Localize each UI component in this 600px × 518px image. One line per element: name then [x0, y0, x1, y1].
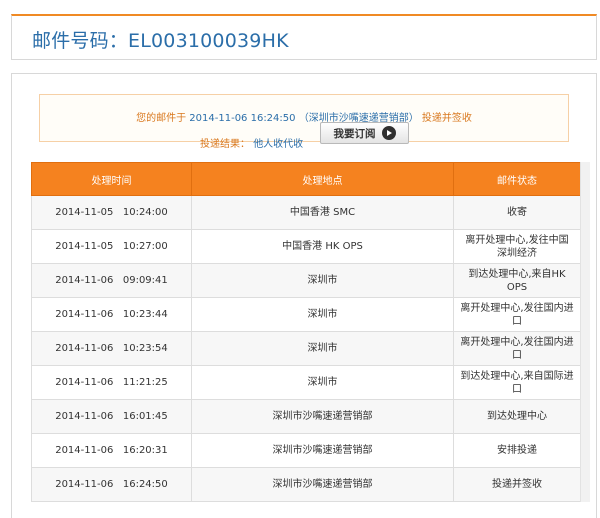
cell-status: 收寄	[453, 195, 581, 230]
cell-status: 离开处理中心,发往国内进口	[453, 331, 581, 366]
cell-place: 深圳市沙嘴速递营销部	[191, 399, 454, 434]
cell-place: 中国香港 SMC	[191, 195, 454, 230]
cell-time: 2014-11-06 16:20:31	[31, 433, 192, 468]
cell-time: 2014-11-06 09:09:41	[31, 263, 192, 298]
cell-status: 到达处理中心	[453, 399, 581, 434]
table-row: 2014-11-06 09:09:41 深圳市 到达处理中心,来自HK OPS	[31, 263, 581, 298]
cell-time: 2014-11-06 10:23:54	[31, 331, 192, 366]
cell-time: 2014-11-05 10:27:00	[31, 229, 192, 264]
cell-status: 到达处理中心,来自HK OPS	[453, 263, 581, 298]
cell-time: 2014-11-06 11:21:25	[31, 365, 192, 400]
cell-status: 安排投递	[453, 433, 581, 468]
cell-status: 离开处理中心,发往中国 深圳经济	[453, 229, 581, 264]
cell-place: 深圳市	[191, 263, 454, 298]
tracking-page: 邮件号码：EL003100039HK 您的邮件于 2014-11-06 16:2…	[0, 0, 600, 518]
notice-summary: 您的邮件于 2014-11-06 16:24:50 （深圳市沙嘴速递营销部） 投…	[40, 109, 568, 124]
delivery-notice: 您的邮件于 2014-11-06 16:24:50 （深圳市沙嘴速递营销部） 投…	[39, 94, 569, 150]
cell-time: 2014-11-06 10:23:44	[31, 297, 192, 332]
cell-place: 深圳市	[191, 331, 454, 366]
header-place: 处理地点	[191, 162, 454, 196]
vertical-scrollbar[interactable]	[580, 162, 590, 502]
cell-place: 深圳市	[191, 365, 454, 400]
table-row: 2014-11-05 10:24:00 中国香港 SMC 收寄	[31, 195, 581, 230]
cell-status: 到达处理中心,来自国际进口	[453, 365, 581, 400]
header-status: 邮件状态	[453, 162, 581, 196]
header-panel: 邮件号码：EL003100039HK	[11, 14, 597, 60]
tracking-panel: 您的邮件于 2014-11-06 16:24:50 （深圳市沙嘴速递营销部） 投…	[11, 73, 597, 518]
notice-prefix: 您的邮件于	[136, 113, 187, 124]
cell-status: 投递并签收	[453, 467, 581, 502]
table-header-row: 处理时间 处理地点 邮件状态	[31, 162, 581, 196]
notice-action: 投递并签收	[421, 113, 472, 124]
table-row: 2014-11-06 16:24:50 深圳市沙嘴速递营销部 投递并签收	[31, 467, 581, 502]
result-value: 他人收代收	[253, 139, 304, 150]
header-time: 处理时间	[31, 162, 192, 196]
subscribe-label: 我要订阅	[333, 127, 376, 140]
table-row: 2014-11-06 16:01:45 深圳市沙嘴速递营销部 到达处理中心	[31, 399, 581, 434]
table-row: 2014-11-06 10:23:44 深圳市 离开处理中心,发往国内进口	[31, 297, 581, 332]
subscribe-button[interactable]: 我要订阅	[320, 122, 409, 144]
cell-place: 深圳市沙嘴速递营销部	[191, 433, 454, 468]
cell-time: 2014-11-06 16:01:45	[31, 399, 192, 434]
notice-datetime: 2014-11-06 16:24:50	[189, 113, 296, 124]
delivery-result: 投递结果： 他人收代收	[200, 135, 303, 150]
table-row: 2014-11-05 10:27:00 中国香港 HK OPS 离开处理中心,发…	[31, 229, 581, 264]
cell-time: 2014-11-06 16:24:50	[31, 467, 192, 502]
cell-status: 离开处理中心,发往国内进口	[453, 297, 581, 332]
cell-place: 深圳市沙嘴速递营销部	[191, 467, 454, 502]
table-row: 2014-11-06 16:20:31 深圳市沙嘴速递营销部 安排投递	[31, 433, 581, 468]
cell-time: 2014-11-05 10:24:00	[31, 195, 192, 230]
cell-place: 中国香港 HK OPS	[191, 229, 454, 264]
page-title: 邮件号码：EL003100039HK	[32, 30, 289, 52]
table-row: 2014-11-06 11:21:25 深圳市 到达处理中心,来自国际进口	[31, 365, 581, 400]
cell-place: 深圳市	[191, 297, 454, 332]
result-label: 投递结果：	[200, 139, 250, 150]
play-arrow-icon	[381, 126, 396, 140]
table-row: 2014-11-06 10:23:54 深圳市 离开处理中心,发往国内进口	[31, 331, 581, 366]
tracking-table: 处理时间 处理地点 邮件状态 2014-11-05 10:24:00 中国香港 …	[31, 162, 581, 502]
